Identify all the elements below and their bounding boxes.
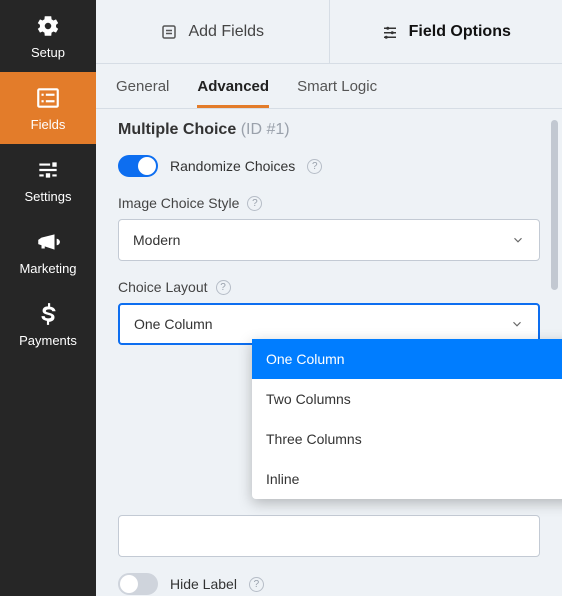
hide-label-toggle[interactable] — [118, 573, 158, 595]
main-panel: Add Fields Field Options General Advance… — [96, 0, 562, 596]
sub-tabs: General Advanced Smart Logic — [96, 64, 562, 109]
tab-add-fields-label: Add Fields — [188, 23, 264, 41]
sidebar-item-fields[interactable]: Fields — [0, 72, 96, 144]
help-icon[interactable]: ? — [307, 159, 322, 174]
help-icon[interactable]: ? — [247, 196, 262, 211]
dropdown-option-two-columns[interactable]: Two Columns — [252, 379, 562, 419]
randomize-label: Randomize Choices — [170, 158, 295, 174]
help-icon[interactable]: ? — [249, 577, 264, 592]
chevron-down-icon — [511, 233, 525, 247]
choice-layout-dropdown: One Column Two Columns Three Columns Inl… — [252, 339, 562, 499]
sub-tab-smart-logic[interactable]: Smart Logic — [297, 78, 377, 108]
sidebar-label-payments: Payments — [19, 333, 77, 348]
sidebar: Setup Fields Settings Marketing Payments — [0, 0, 96, 596]
tab-field-options[interactable]: Field Options — [330, 0, 562, 63]
image-choice-style-label: Image Choice Style ? — [118, 195, 540, 211]
sidebar-label-fields: Fields — [31, 117, 66, 132]
field-id: (ID #1) — [241, 121, 290, 138]
sidebar-item-payments[interactable]: Payments — [0, 288, 96, 360]
chevron-down-icon — [510, 317, 524, 331]
image-choice-style-value: Modern — [133, 232, 180, 248]
gear-icon — [35, 13, 61, 39]
options-icon — [381, 23, 399, 41]
scrollbar[interactable] — [551, 120, 558, 290]
hidden-field-box — [118, 515, 540, 557]
choice-layout-label: Choice Layout ? — [118, 279, 540, 295]
dropdown-option-three-columns[interactable]: Three Columns — [252, 419, 562, 459]
top-tabs: Add Fields Field Options — [96, 0, 562, 64]
hide-label-row: Hide Label ? — [118, 573, 540, 595]
sub-tab-general[interactable]: General — [116, 78, 169, 108]
sidebar-item-marketing[interactable]: Marketing — [0, 216, 96, 288]
dollar-icon — [35, 301, 61, 327]
dropdown-option-one-column[interactable]: One Column — [252, 339, 562, 379]
field-name: Multiple Choice — [118, 121, 236, 138]
sidebar-label-marketing: Marketing — [19, 261, 76, 276]
tab-add-fields[interactable]: Add Fields — [96, 0, 330, 63]
form-icon — [160, 23, 178, 41]
sidebar-label-settings: Settings — [25, 189, 72, 204]
sidebar-item-settings[interactable]: Settings — [0, 144, 96, 216]
help-icon[interactable]: ? — [216, 280, 231, 295]
tab-field-options-label: Field Options — [409, 23, 511, 41]
sub-tab-advanced[interactable]: Advanced — [197, 78, 269, 108]
list-icon — [35, 85, 61, 111]
field-title: Multiple Choice (ID #1) — [118, 121, 540, 139]
choice-layout-value: One Column — [134, 316, 213, 332]
sidebar-label-setup: Setup — [31, 45, 65, 60]
hide-label-text: Hide Label — [170, 576, 237, 592]
image-choice-style-select[interactable]: Modern — [118, 219, 540, 261]
sliders-icon — [35, 157, 61, 183]
randomize-toggle[interactable] — [118, 155, 158, 177]
dropdown-option-inline[interactable]: Inline — [252, 459, 562, 499]
bullhorn-icon — [35, 229, 61, 255]
sidebar-item-setup[interactable]: Setup — [0, 0, 96, 72]
randomize-row: Randomize Choices ? — [118, 155, 540, 177]
